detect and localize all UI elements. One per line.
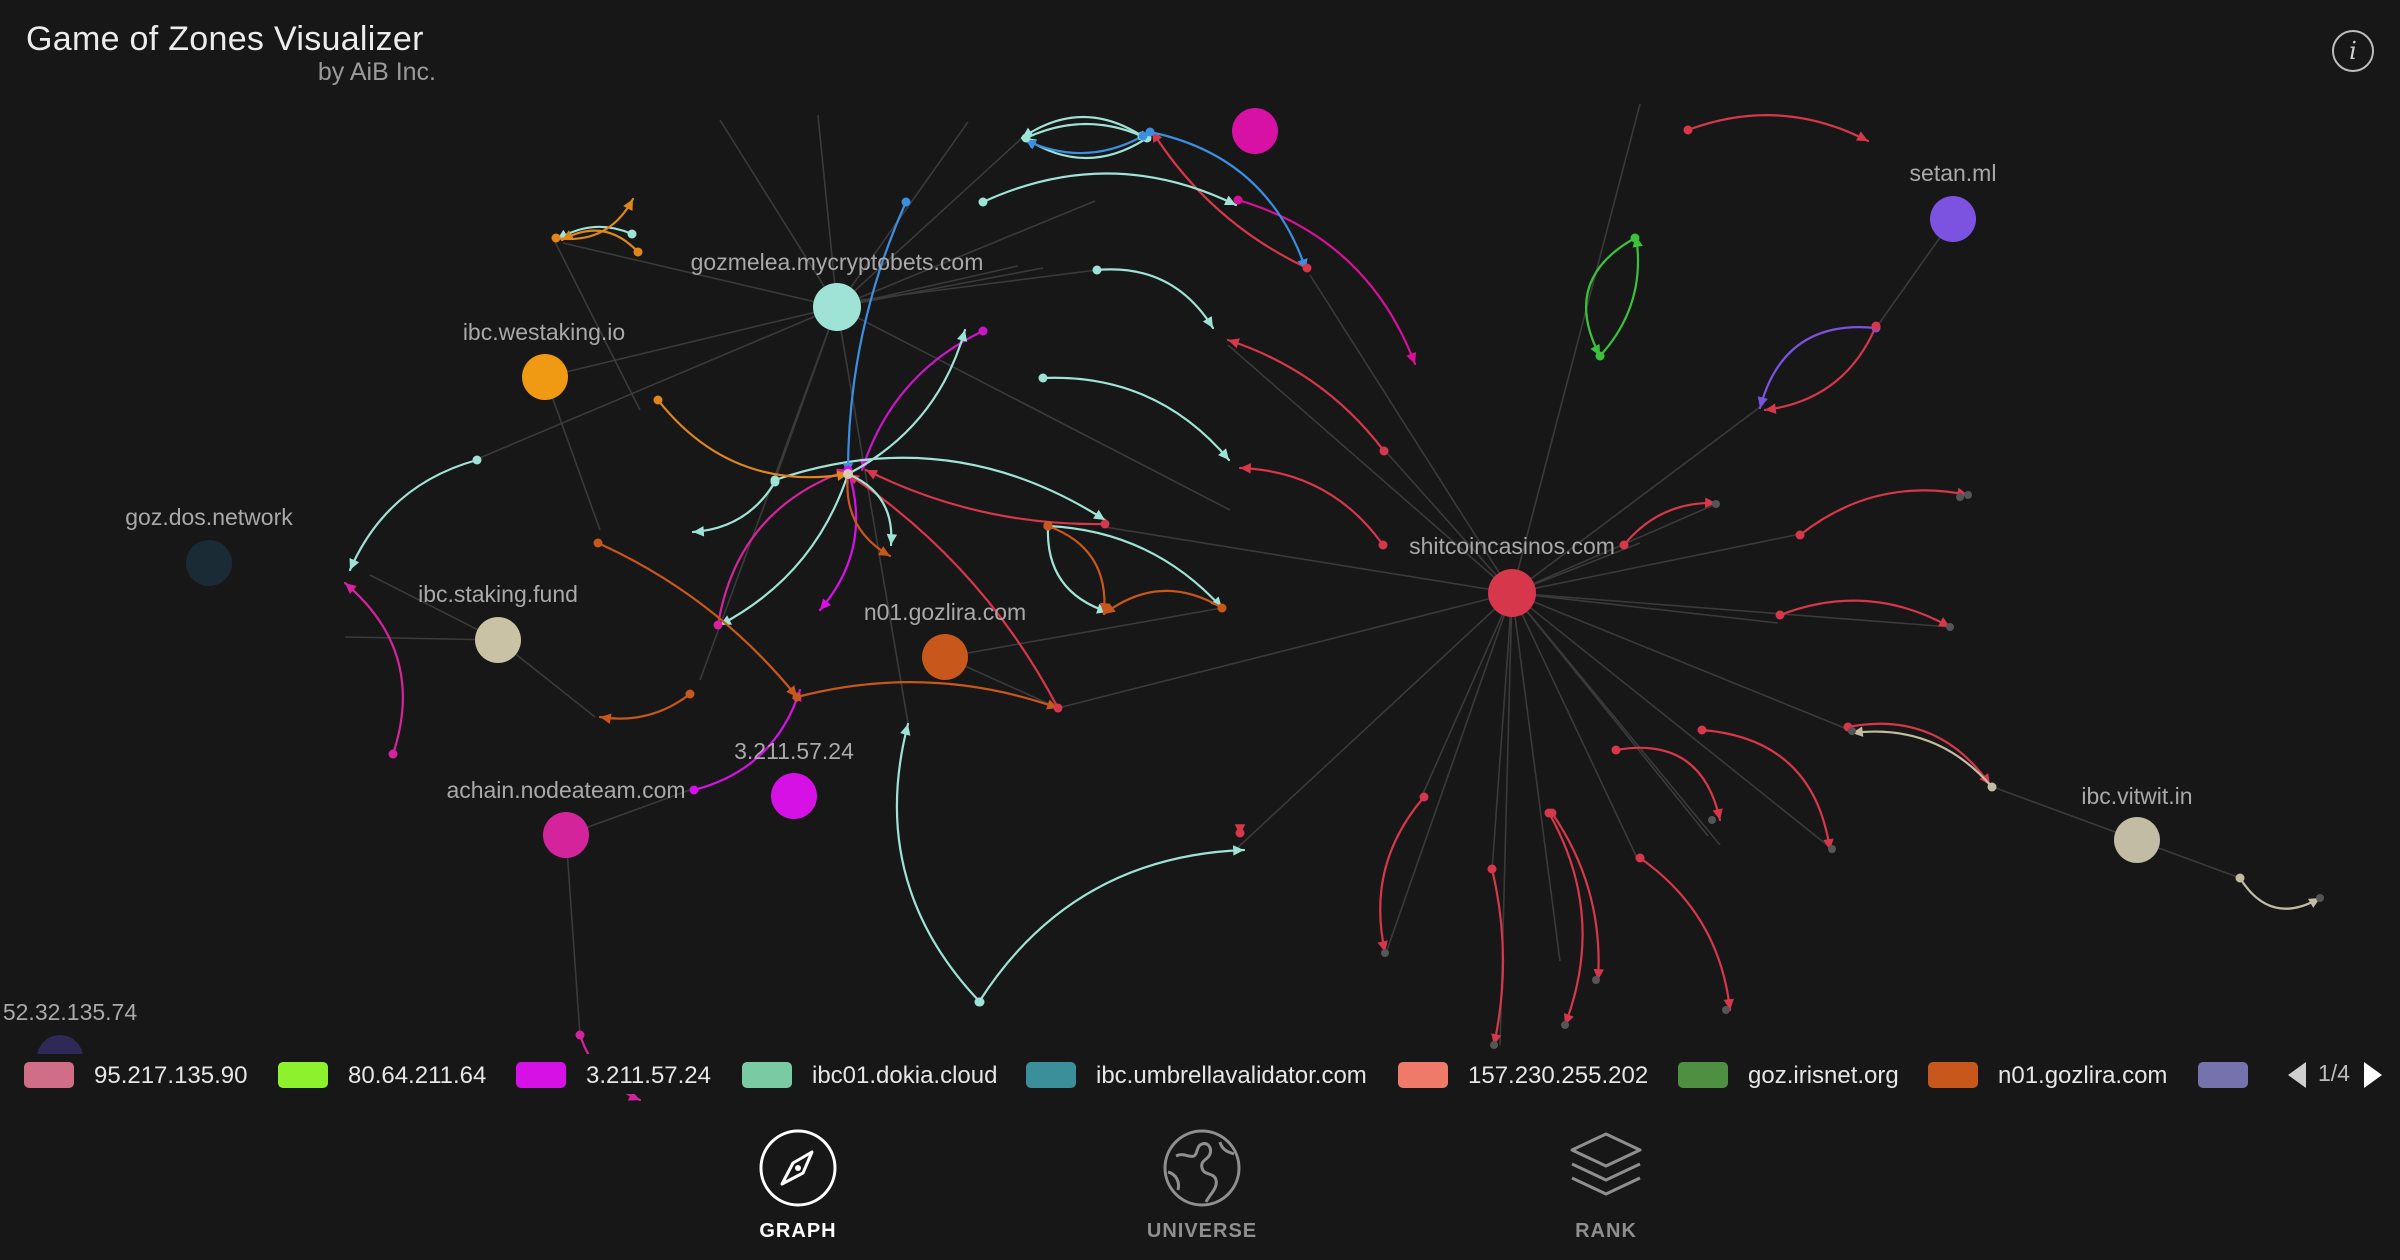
zone-node-shitcoin[interactable] — [1488, 569, 1536, 617]
globe-icon — [1163, 1129, 1241, 1207]
legend-label: 95.217.135.90 — [94, 1062, 248, 1089]
nav-rank-button[interactable]: RANK — [1506, 1124, 1706, 1250]
legend-label: ibc.umbrellavalidator.com — [1096, 1062, 1367, 1089]
zone-label-stakingfund: ibc.staking.fund — [418, 581, 578, 607]
nav-graph-label: GRAPH — [759, 1220, 837, 1242]
zone-label-ip52: 52.32.135.74 — [3, 999, 138, 1025]
zone-node-gozmelea[interactable] — [813, 283, 861, 331]
nav-universe-button[interactable]: UNIVERSE — [1102, 1124, 1302, 1250]
app-subtitle: by AiB Inc. — [317, 58, 436, 86]
graph-zone-nodes[interactable]: shitcoincasinos.com gozmelea.mycryptobets… — [3, 108, 2193, 1081]
nav-graph-button[interactable]: GRAPH — [698, 1124, 898, 1250]
zone-node-dos[interactable] — [186, 540, 232, 586]
zone-node-ip3211[interactable] — [771, 773, 817, 819]
legend-label: 3.211.57.24 — [586, 1062, 712, 1089]
zone-node-topmagenta[interactable] — [1232, 108, 1278, 154]
legend-label: 80.64.211.64 — [348, 1062, 487, 1089]
legend-swatch — [1398, 1062, 1448, 1088]
layers-icon — [1570, 1132, 1642, 1196]
zone-node-gozlira[interactable] — [922, 634, 968, 680]
zone-node-setan[interactable] — [1930, 196, 1976, 242]
legend-swatch — [1928, 1062, 1978, 1088]
zone-label-vitwit: ibc.vitwit.in — [2081, 783, 2192, 809]
compass-icon — [759, 1129, 837, 1207]
legend-label: n01.gozlira.com — [1998, 1062, 2168, 1089]
nav-rank-label: RANK — [1575, 1220, 1637, 1242]
legend-swatch — [742, 1062, 792, 1088]
zone-label-shitcoin: shitcoincasinos.com — [1409, 533, 1615, 559]
app-title: Game of Zones Visualizer — [26, 20, 424, 58]
zone-label-gozlira: n01.gozlira.com — [864, 599, 1026, 625]
graph-transfer-arcs — [343, 114, 2322, 1102]
legend-swatch — [1678, 1062, 1728, 1088]
zone-node-achain[interactable] — [543, 812, 589, 858]
legend-swatch — [516, 1062, 566, 1088]
zone-label-gozmelea: gozmelea.mycryptobets.com — [691, 249, 984, 275]
info-icon[interactable]: i — [2332, 30, 2374, 72]
legend-bar: 95.217.135.90 80.64.211.64 3.211.57.24 i… — [0, 1054, 2400, 1094]
zone-label-westaking: ibc.westaking.io — [463, 319, 625, 345]
legend-page-indicator: 1/4 — [2318, 1060, 2350, 1086]
zone-node-vitwit[interactable] — [2114, 817, 2160, 863]
legend-next-page-button[interactable] — [2364, 1062, 2382, 1088]
legend-swatch — [1026, 1062, 1076, 1088]
zone-label-achain: achain.nodeateam.com — [446, 777, 685, 803]
zone-label-dos: goz.dos.network — [125, 504, 293, 530]
zone-node-stakingfund[interactable] — [475, 617, 521, 663]
zone-node-westaking[interactable] — [522, 354, 568, 400]
legend-label: ibc01.dokia.cloud — [812, 1062, 998, 1089]
legend-label: 157.230.255.202 — [1468, 1062, 1649, 1089]
zone-label-ip3211: 3.211.57.24 — [734, 738, 854, 764]
legend-label: goz.irisnet.org — [1748, 1062, 1899, 1089]
legend-swatch — [2198, 1062, 2248, 1088]
legend-prev-page-button[interactable] — [2288, 1062, 2306, 1088]
legend-swatch — [278, 1062, 328, 1088]
nav-universe-label: UNIVERSE — [1146, 1220, 1258, 1242]
legend-swatch — [24, 1062, 74, 1088]
zone-label-setan: setan.ml — [1910, 160, 1997, 186]
